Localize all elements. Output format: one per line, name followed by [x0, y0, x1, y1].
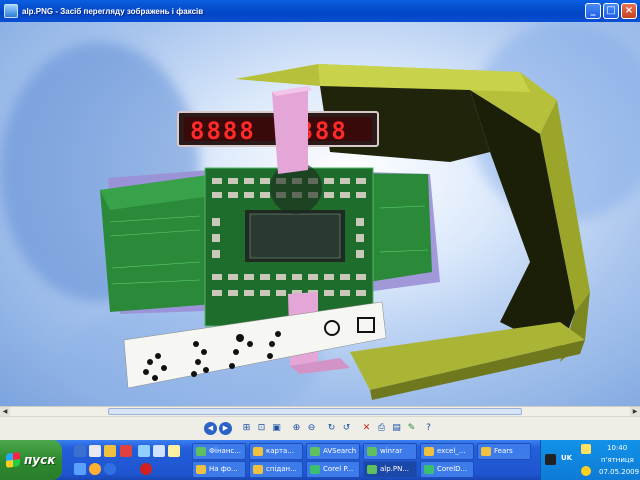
image-viewer-icon: [367, 465, 377, 474]
tray-app-icon[interactable]: [545, 454, 556, 465]
taskbar: пуск Фінанс... карта... AVSearch winrar …: [0, 440, 640, 480]
window-title: alp.PNG - Засіб перегляду зображень і фа…: [22, 6, 204, 16]
next-image-icon[interactable]: ▶: [219, 422, 232, 435]
viewer-toolbar: ◀ ▶ ⊞ ⊡ ▣ ⊕ ⊖ ↻ ↺ ✕ ⎙ ▤ ✎ ?: [0, 416, 640, 440]
app-icon: [310, 447, 320, 456]
best-fit-icon[interactable]: ⊞: [240, 422, 253, 435]
task-item[interactable]: карта...: [249, 443, 303, 460]
task-item[interactable]: Corel P...: [306, 461, 360, 478]
clock-day: п'ятниця: [601, 456, 634, 464]
prev-image-icon[interactable]: ◀: [204, 422, 217, 435]
folder-icon: [196, 465, 206, 474]
device-render: 8888 8888: [100, 64, 590, 400]
task-item[interactable]: спідан...: [249, 461, 303, 478]
quicklaunch-app-icon[interactable]: [140, 463, 152, 475]
window-controls: _ □ ×: [585, 3, 637, 19]
app-icon: [424, 465, 434, 474]
task-item[interactable]: CorelD...: [420, 461, 474, 478]
tray-network-icon[interactable]: [581, 444, 591, 454]
quicklaunch-app-icon[interactable]: [104, 445, 116, 457]
quicklaunch-app-icon[interactable]: [138, 445, 150, 457]
circuit-board: [100, 162, 432, 327]
rotate-cw-icon[interactable]: ↻: [325, 422, 338, 435]
title-bar[interactable]: alp.PNG - Засіб перегляду зображень і фа…: [0, 0, 640, 22]
app-icon: [196, 447, 206, 456]
task-item-active[interactable]: alp.PN...: [363, 461, 417, 478]
image-view: 8888 8888: [0, 22, 640, 406]
quicklaunch-app-icon[interactable]: [120, 445, 132, 457]
actual-size-icon[interactable]: ⊡: [255, 422, 268, 435]
quicklaunch-app-icon[interactable]: [89, 463, 101, 475]
close-button[interactable]: ×: [621, 3, 637, 19]
folder-icon: [424, 447, 434, 456]
led-digits-left: 8888: [190, 117, 256, 145]
language-indicator[interactable]: UK: [561, 454, 572, 462]
quicklaunch-app-icon[interactable]: [74, 463, 86, 475]
scroll-left-icon[interactable]: ◀: [0, 407, 10, 416]
quicklaunch-app-icon[interactable]: [153, 445, 165, 457]
quicklaunch-app-icon[interactable]: [89, 445, 101, 457]
zoom-out-icon[interactable]: ⊖: [305, 422, 318, 435]
quicklaunch-app-icon[interactable]: [168, 445, 180, 457]
task-item[interactable]: На фо...: [192, 461, 246, 478]
print-icon[interactable]: ⎙: [375, 422, 388, 435]
folder-icon: [253, 447, 263, 456]
clock-date: 07.05.2009: [599, 468, 640, 476]
help-icon[interactable]: ?: [422, 422, 435, 435]
maximize-button[interactable]: □: [603, 3, 619, 19]
zoom-in-icon[interactable]: ⊕: [290, 422, 303, 435]
task-item[interactable]: Fears: [477, 443, 531, 460]
task-item[interactable]: Фінанс...: [192, 443, 246, 460]
clock-time[interactable]: 10:40: [607, 444, 627, 452]
scroll-right-icon[interactable]: ▶: [630, 407, 640, 416]
start-label: пуск: [24, 453, 56, 467]
minimize-button[interactable]: _: [585, 3, 601, 19]
show-desktop-icon[interactable]: [74, 445, 86, 457]
windows-logo-icon: [6, 452, 20, 468]
edit-icon[interactable]: ✎: [405, 422, 418, 435]
rotate-ccw-icon[interactable]: ↺: [340, 422, 353, 435]
delete-icon[interactable]: ✕: [360, 422, 373, 435]
star-icon[interactable]: [581, 466, 591, 476]
system-tray: UK 10:40 п'ятниця 07.05.2009: [540, 440, 640, 480]
folder-icon: [253, 465, 263, 474]
task-item[interactable]: excel_...: [420, 443, 474, 460]
scrollbar-thumb[interactable]: [108, 408, 522, 415]
start-button[interactable]: пуск: [0, 440, 62, 480]
ie-icon[interactable]: [104, 463, 116, 475]
app-icon: [367, 447, 377, 456]
screen: alp.PNG - Засіб перегляду зображень і фа…: [0, 0, 640, 480]
app-icon: [310, 465, 320, 474]
folder-icon: [481, 447, 491, 456]
image-viewer-icon: [4, 4, 18, 18]
task-item[interactable]: AVSearch: [306, 443, 360, 460]
task-item[interactable]: winrar: [363, 443, 417, 460]
save-icon[interactable]: ▤: [390, 422, 403, 435]
slideshow-icon[interactable]: ▣: [270, 422, 283, 435]
horizontal-scrollbar[interactable]: ◀ ▶: [0, 406, 640, 416]
